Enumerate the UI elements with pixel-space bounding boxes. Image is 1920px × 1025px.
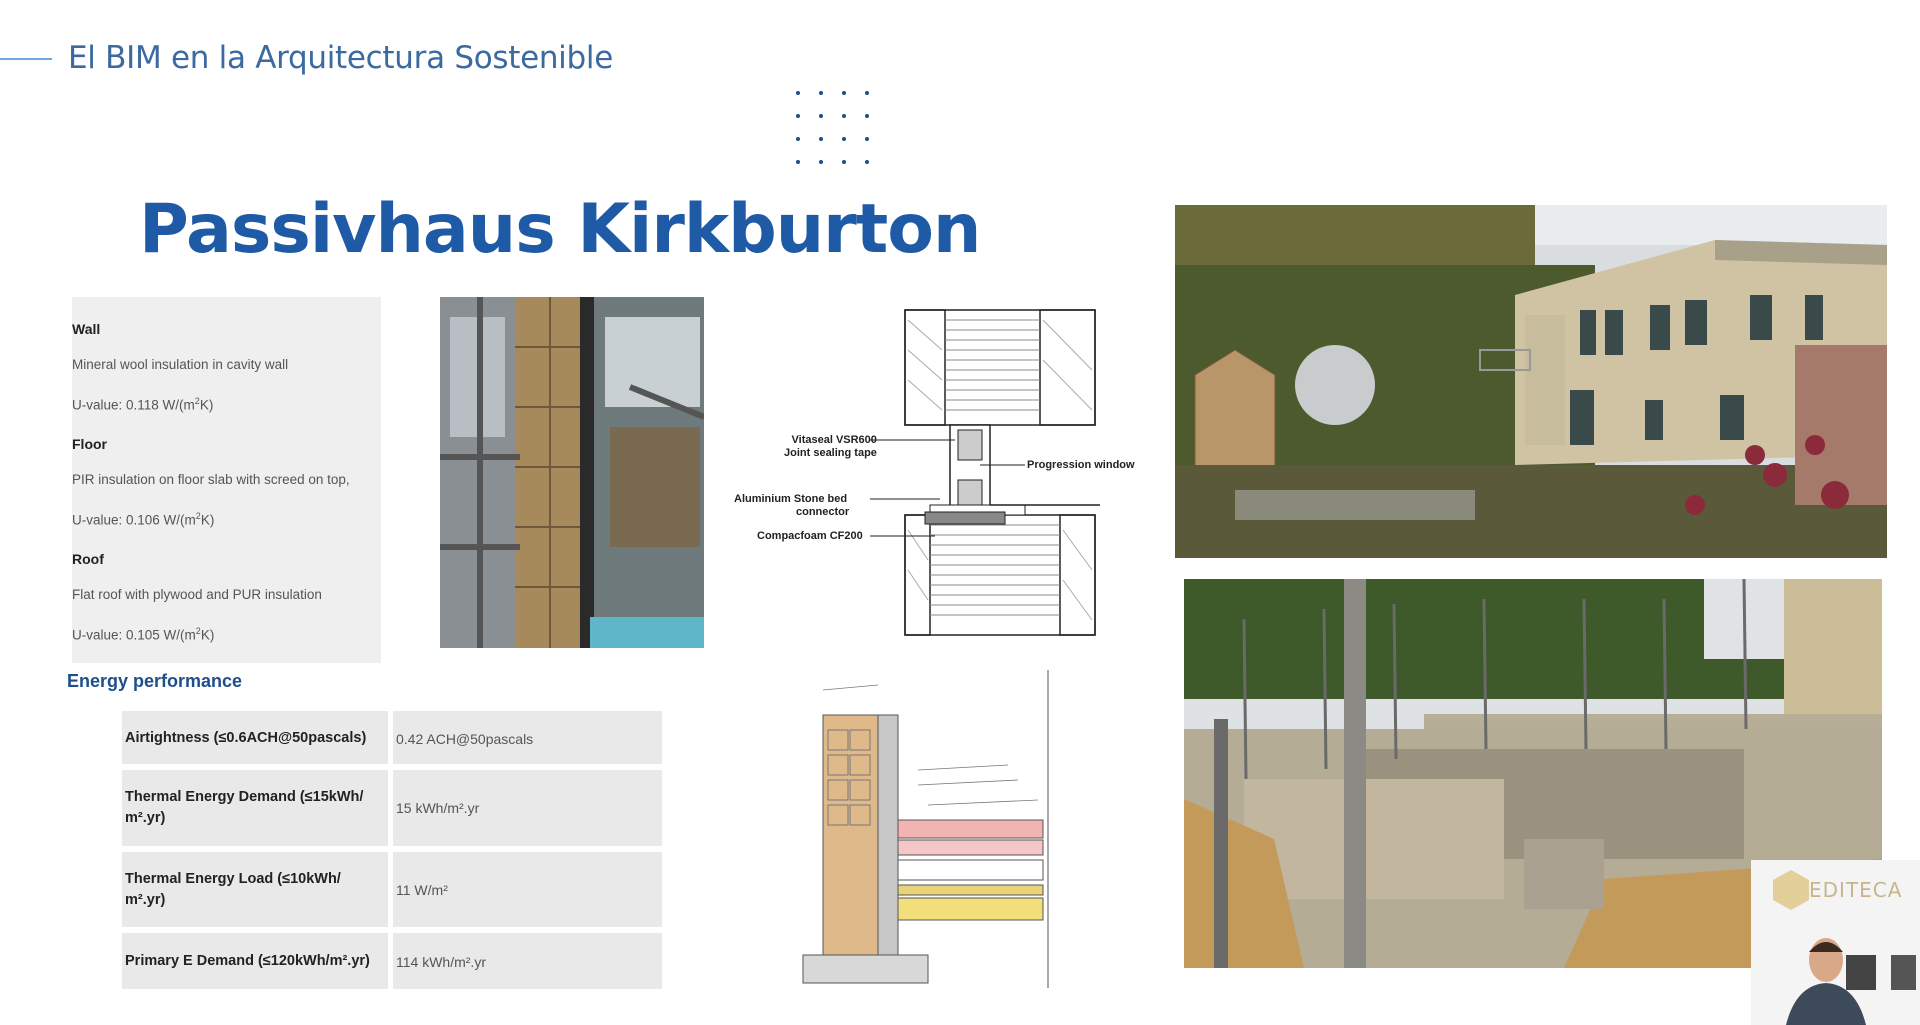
- presenter-webcam: EDITECA: [1751, 860, 1920, 1025]
- diagram-label-compacfoam: Compacfoam CF200: [757, 530, 863, 542]
- wall-description: Mineral wool insulation in cavity wall: [72, 357, 289, 372]
- floor-heading: Floor: [72, 436, 107, 452]
- wall-heading: Wall: [72, 321, 101, 337]
- diagram-label-aluminium: Aluminium Stone bed connector: [734, 493, 850, 518]
- spec-panel: Wall Mineral wool insulation in cavity w…: [72, 297, 381, 663]
- floor-uvalue: U-value: 0.106 W/(m2K): [72, 511, 215, 528]
- energy-value: 114 kWh/m².yr: [396, 954, 486, 970]
- table-row: Thermal Energy Demand (≤15kWh/m².yr) 15 …: [122, 770, 662, 846]
- energy-label: Thermal Energy Load (≤10kWh/m².yr): [125, 871, 341, 908]
- table-row: Primary E Demand (≤120kWh/m².yr) 114 kWh…: [122, 933, 662, 989]
- table-row: Airtightness (≤0.6ACH@50pascals) 0.42 AC…: [122, 711, 662, 764]
- hand-sketch-section: [768, 670, 1053, 988]
- finished-house-photo: [1175, 205, 1887, 558]
- roof-uvalue: U-value: 0.105 W/(m2K): [72, 626, 215, 643]
- roof-heading: Roof: [72, 551, 104, 567]
- table-row: Thermal Energy Load (≤10kWh/m².yr) 11 W/…: [122, 852, 662, 927]
- energy-value: 15 kWh/m².yr: [396, 800, 480, 816]
- energy-label: Primary E Demand (≤120kWh/m².yr): [125, 953, 370, 969]
- energy-value: 11 W/m²: [396, 882, 448, 898]
- diagram-label-progression: Progression window: [1027, 459, 1135, 471]
- energy-label: Airtightness (≤0.6ACH@50pascals): [125, 730, 367, 746]
- floor-description: PIR insulation on floor slab with screed…: [72, 472, 350, 487]
- diagram-label-vitaseal: Vitaseal VSR600 Joint sealing tape: [784, 434, 877, 459]
- roof-description: Flat roof with plywood and PUR insulatio…: [72, 587, 322, 602]
- energy-performance-title: Energy performance: [67, 671, 243, 691]
- header-accent-line: [0, 58, 52, 60]
- editeca-logo: EDITECA: [1809, 878, 1903, 902]
- course-title: El BIM en la Arquitectura Sostenible: [68, 40, 613, 76]
- wall-uvalue: U-value: 0.118 W/(m2K): [72, 396, 214, 413]
- slide-title: Passivhaus Kirkburton: [139, 190, 981, 269]
- energy-value: 0.42 ACH@50pascals: [396, 731, 534, 747]
- energy-label: Thermal Energy Demand (≤15kWh/m².yr): [125, 789, 364, 826]
- decorative-dot-grid: [796, 91, 869, 164]
- window-detail-photo: [440, 297, 704, 648]
